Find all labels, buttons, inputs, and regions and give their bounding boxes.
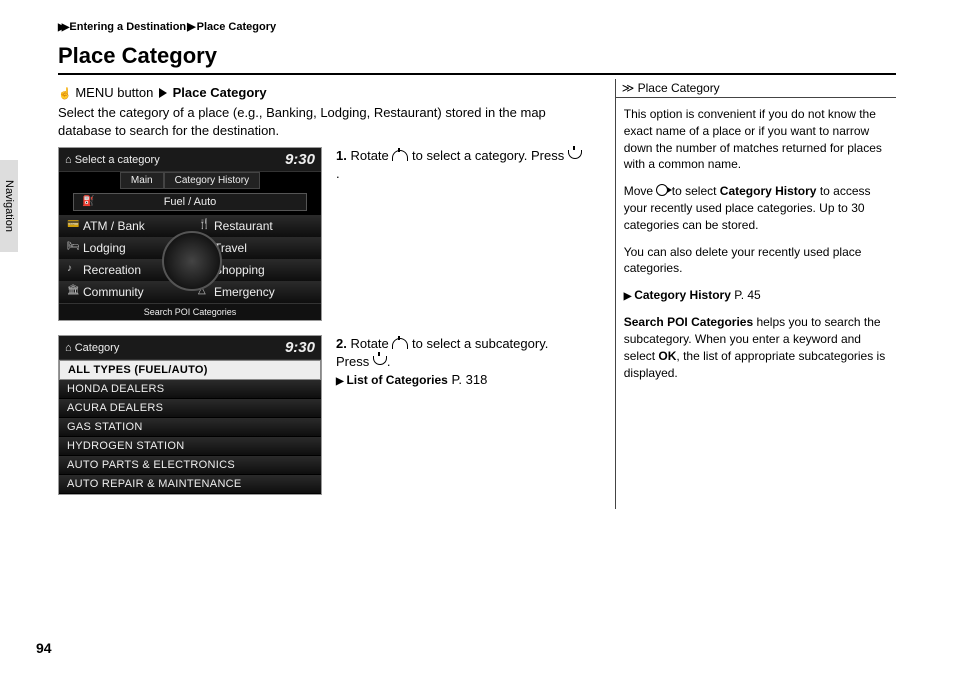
step-2: 2. Rotate to select a subcategory. Press… — [336, 335, 585, 495]
sidebar-p4: Search POI Categories helps you to searc… — [624, 314, 888, 381]
rotate-icon — [392, 150, 408, 161]
sidebar: Place Category This option is convenient… — [615, 79, 896, 509]
side-tab-navigation: Navigation — [0, 160, 18, 252]
breadcrumb: ▶▶Entering a Destination▶Place Category — [58, 20, 896, 33]
screenshot-1: ⌂ Select a category 9:30 MainCategory Hi… — [58, 147, 322, 321]
intro-text: Select the category of a place (e.g., Ba… — [58, 104, 585, 139]
page-number: 94 — [36, 640, 52, 656]
rotate-icon — [392, 338, 408, 349]
triangle-icon — [159, 88, 167, 98]
step-1: 1. Rotate to select a category. Press . — [336, 147, 585, 321]
press-icon — [373, 356, 387, 365]
sidebar-p3: You can also delete your recently used p… — [624, 244, 888, 278]
dial-icon — [162, 231, 222, 291]
sidebar-ref: Category History P. 45 — [624, 287, 888, 304]
press-icon — [568, 150, 582, 159]
page-title: Place Category — [58, 43, 896, 75]
sidebar-p1: This option is convenient if you do not … — [624, 106, 888, 173]
sidebar-p2: Move to select Category History to acces… — [624, 183, 888, 233]
menu-path: ☝ MENU button Place Category — [58, 85, 585, 100]
sidebar-header: Place Category — [616, 79, 896, 98]
screenshot-2: ⌂ Category 9:30 ALL TYPES (FUEL/AUTO) HO… — [58, 335, 322, 495]
